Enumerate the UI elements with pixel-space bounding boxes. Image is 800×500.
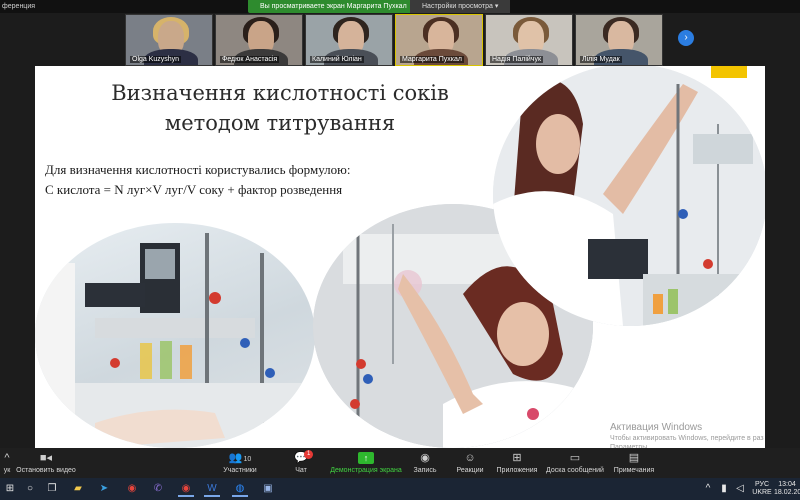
save-icon[interactable]: ▣ [260, 481, 276, 497]
share-screen-button[interactable]: ↑ Демонстрация экрана [330, 450, 402, 476]
chat-label: Чат [295, 467, 307, 474]
slide-text-line2: C кислота = N луг×V луг/V соку + фактор … [45, 182, 343, 197]
language-label: РУС [754, 481, 770, 488]
record-icon: ◉ [420, 452, 430, 464]
tray-chevron-icon[interactable]: ^ [700, 481, 716, 497]
clock-date: 18.02.20 [774, 489, 800, 496]
notes-label: Примечания [613, 467, 655, 474]
participant-name: Калиний Юлiан [310, 56, 364, 63]
word-icon[interactable]: W [204, 481, 220, 497]
apps-grid-icon: ⊞ [512, 452, 522, 464]
windows-start-icon[interactable]: ⊞ [2, 481, 18, 497]
participant-tile[interactable]: Olga Kuzyshyn [125, 14, 213, 66]
record-button[interactable]: ◉ Запись [410, 450, 440, 476]
chat-button[interactable]: 💬 1 Чат [286, 450, 316, 476]
meeting-toolbar: ^ ук ■◂ Остановить видео 👥10 Участники 💬… [0, 448, 800, 478]
slide-title-line2: методом титрування [164, 111, 396, 135]
whiteboard-icon: ▭ [569, 452, 581, 464]
chrome-active-icon[interactable]: ◉ [178, 481, 194, 497]
audio-label: ук [3, 467, 11, 474]
chrome-icon[interactable]: ◉ [124, 481, 140, 497]
volume-icon[interactable]: ◁ [732, 481, 748, 497]
apps-label: Приложения [496, 467, 538, 474]
share-screen-label: Демонстрация экрана [330, 467, 402, 474]
notes-button[interactable]: ▤ Примечания [612, 450, 656, 476]
participants-button[interactable]: 👥10 Участники [216, 450, 264, 476]
caret-up-icon: ^ [4, 452, 10, 464]
notes-icon: ▤ [628, 452, 640, 464]
activation-title: Активация Windows [610, 422, 703, 433]
share-screen-icon: ↑ [358, 452, 374, 464]
participant-name: Федюк Анастасія [220, 56, 280, 63]
people-icon: 👥 [228, 452, 243, 464]
clock-time: 13:04 [778, 481, 796, 488]
stop-video-button[interactable]: ■◂ Остановить видео [16, 450, 76, 476]
slide-title: Визначення кислотності соків методом тит… [85, 78, 475, 138]
lab-photo-right [493, 66, 765, 326]
view-options-button[interactable]: Настройки просмотра ▾ [410, 0, 511, 13]
whiteboard-button[interactable]: ▭ Доска сообщений [544, 450, 606, 476]
participant-name: Olga Kuzyshyn [130, 56, 182, 63]
slide-formula-text: Для визначення кислотності користувались… [45, 160, 350, 200]
participant-tile[interactable]: Лілія Мудак [575, 14, 663, 66]
activation-subtitle: Чтобы активировать Windows, перейдите в … [610, 435, 764, 442]
participant-tile[interactable]: Федюк Анастасія [215, 14, 303, 66]
participant-name: Маргарита Пухкал [400, 56, 464, 63]
zoom-icon[interactable]: ◍ [232, 481, 248, 497]
chevron-right-icon[interactable]: › [678, 30, 694, 46]
view-options-label: Настройки просмотра [422, 3, 493, 10]
reactions-button[interactable]: ☺ Реакции [454, 450, 486, 476]
video-camera-icon: ■◂ [39, 452, 53, 464]
language-label-2: UKRE [752, 489, 772, 496]
clock[interactable]: 13:04 18.02.20 [774, 481, 800, 497]
slide-title-line1: Визначення кислотності соків [111, 81, 449, 105]
zoom-window: ференция Вы просматриваете экран Маргари… [0, 0, 800, 500]
participant-name: Надія Палійчук [490, 56, 544, 63]
whiteboard-label: Доска сообщений [546, 467, 604, 474]
audio-button[interactable]: ^ ук [0, 450, 14, 476]
smiley-icon: ☺ [464, 452, 476, 464]
network-icon[interactable]: ▮ [716, 481, 732, 497]
participants-label: Участники [223, 467, 257, 474]
participant-tile[interactable]: Калиний Юлiан [305, 14, 393, 66]
telegram-icon[interactable]: ➤ [96, 481, 112, 497]
search-icon[interactable]: ○ [22, 481, 38, 497]
slide-text-line1: Для визначення кислотності користувались… [45, 162, 351, 177]
viber-icon[interactable]: ✆ [150, 481, 166, 497]
file-explorer-icon[interactable]: ▰ [70, 481, 86, 497]
slide-accent-bar [711, 66, 747, 78]
participant-name: Лілія Мудак [580, 56, 622, 63]
lab-photo-left [35, 223, 315, 448]
reactions-label: Реакции [456, 467, 484, 474]
record-label: Запись [413, 467, 437, 474]
participant-tile-active-speaker[interactable]: Маргарита Пухкал [395, 14, 483, 66]
sharing-banner: Вы просматриваете экран Маргарита Пухкал [248, 0, 419, 13]
participant-tile[interactable]: Надія Палійчук [485, 14, 573, 66]
windows-taskbar: ⊞ ○ ❐ ▰ ➤ ◉ ✆ ◉ W ◍ ▣ ^ ▮ ◁ РУС UKRE 13:… [0, 478, 800, 500]
participants-count: 10 [243, 456, 252, 463]
task-view-icon[interactable]: ❐ [44, 481, 60, 497]
stop-video-label: Остановить видео [16, 467, 76, 474]
language-indicator[interactable]: РУС UKRE [752, 481, 772, 497]
participants-strip: Olga Kuzyshyn Федюк Анастасія Калиний Юл… [125, 14, 663, 66]
apps-button[interactable]: ⊞ Приложения [494, 450, 540, 476]
shared-screen-slide: Визначення кислотності соків методом тит… [35, 66, 765, 448]
chevron-down-icon: ▾ [494, 3, 499, 10]
